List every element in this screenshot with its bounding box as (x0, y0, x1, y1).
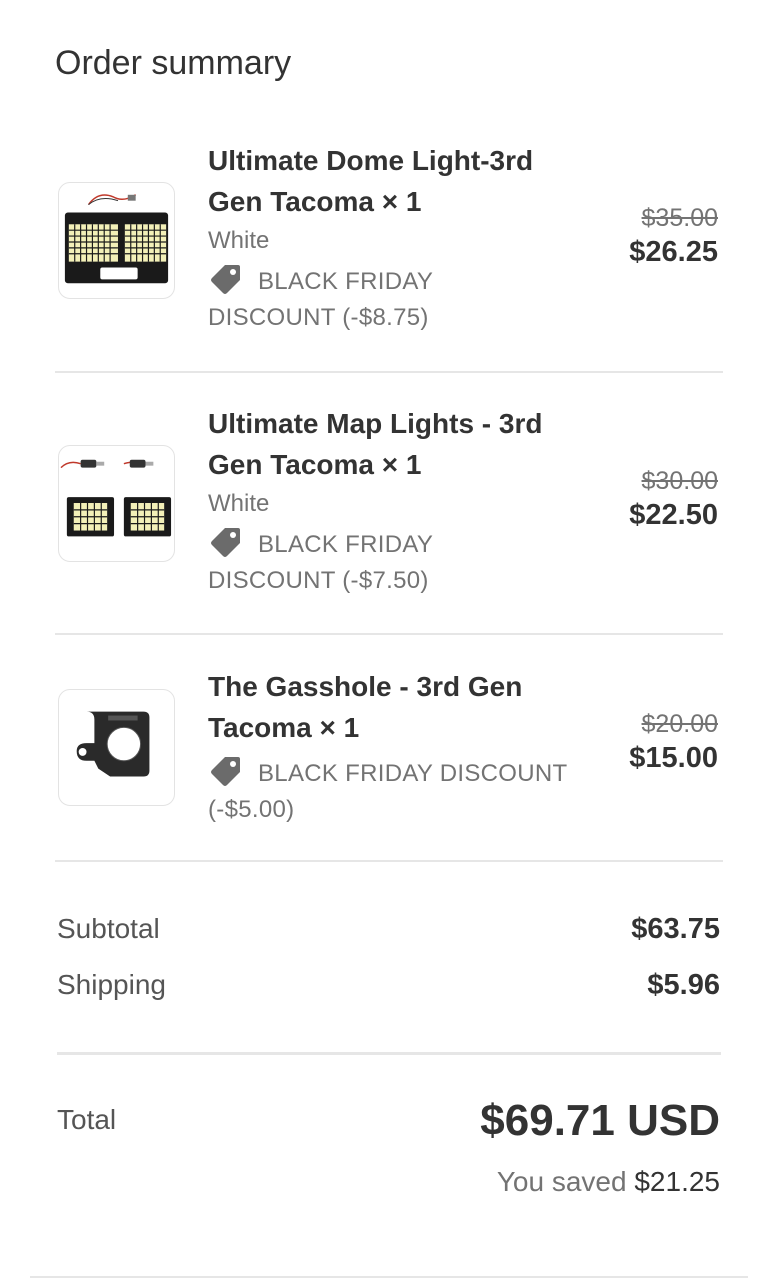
tag-icon (211, 757, 240, 786)
product-name-line: Gen Tacoma × 1 (208, 186, 422, 217)
price-block: $35.00 $26.25 (629, 203, 718, 271)
page-title: Order summary (55, 44, 292, 82)
original-price: $35.00 (641, 204, 718, 232)
savings-line: You saved $21.25 (497, 1166, 720, 1198)
item-divider (55, 371, 723, 373)
saved-amount: $21.25 (634, 1166, 720, 1197)
discount-label-line2: DISCOUNT (-$7.50) (208, 567, 429, 594)
line-item: Ultimate Dome Light-3rd Gen Tacoma × 1 W… (55, 140, 723, 340)
product-name-line: The Gasshole - 3rd Gen (208, 671, 523, 702)
product-name-line: Ultimate Dome Light-3rd (208, 145, 534, 176)
discount-label: BLACK FRIDAY (208, 263, 533, 300)
map-lights-product-image (58, 445, 175, 562)
map-lights-icon (60, 459, 172, 537)
totals-divider (57, 1052, 721, 1055)
original-price: $30.00 (641, 467, 718, 495)
shipping-label: Shipping (57, 969, 166, 1000)
product-variant: White (208, 227, 270, 254)
product-name: The Gasshole - 3rd Gen Tacoma × 1 (208, 666, 567, 748)
dome-light-icon (64, 194, 169, 284)
product-name: Ultimate Dome Light-3rd Gen Tacoma × 1 (208, 140, 533, 222)
discount-label-line2: DISCOUNT (-$8.75) (208, 304, 429, 331)
discount-label-line2: (-$5.00) (208, 796, 295, 823)
dome-light-product-image (58, 182, 175, 299)
total-value: $69.71 USD (480, 1096, 720, 1145)
product-name-line: Ultimate Map Lights - 3rd (208, 408, 543, 439)
discount-text: BLACK FRIDAY (258, 268, 434, 295)
final-price: $15.00 (629, 742, 718, 774)
price-block: $20.00 $15.00 (629, 709, 718, 777)
line-item-info: Ultimate Dome Light-3rd Gen Tacoma × 1 W… (208, 140, 533, 336)
price-block: $30.00 $22.50 (629, 466, 718, 534)
original-price: $20.00 (641, 710, 718, 738)
discount-text: BLACK FRIDAY DISCOUNT (258, 760, 568, 787)
discount-label: BLACK FRIDAY (208, 526, 542, 563)
gasshole-product-image (58, 689, 175, 806)
item-divider (55, 633, 723, 635)
item-divider (55, 860, 723, 862)
bottom-divider (30, 1276, 748, 1278)
subtotal-value: $63.75 (631, 913, 720, 945)
discount-text: BLACK FRIDAY (258, 531, 434, 558)
gasshole-icon (76, 711, 150, 777)
discount-label: BLACK FRIDAY DISCOUNT (208, 755, 567, 792)
product-name: Ultimate Map Lights - 3rd Gen Tacoma × 1 (208, 403, 542, 485)
product-name-line: Tacoma × 1 (208, 712, 360, 743)
final-price: $26.25 (629, 236, 718, 268)
tag-icon (211, 265, 240, 294)
product-variant: White (208, 490, 270, 517)
subtotal-label: Subtotal (57, 913, 160, 944)
shipping-value: $5.96 (647, 969, 720, 1001)
line-item-info: The Gasshole - 3rd Gen Tacoma × 1 BLACK … (208, 666, 567, 828)
total-label: Total (57, 1104, 117, 1135)
product-name-line: Gen Tacoma × 1 (208, 449, 422, 480)
line-item: The Gasshole - 3rd Gen Tacoma × 1 BLACK … (55, 666, 723, 846)
final-price: $22.50 (629, 499, 718, 531)
saved-label: You saved (496, 1166, 627, 1197)
order-summary-panel: Order summary Ultimate Dome Light-3rd Ge… (0, 0, 778, 1279)
line-item: Ultimate Map Lights - 3rd Gen Tacoma × 1… (55, 403, 723, 603)
tag-icon (211, 528, 240, 557)
line-item-info: Ultimate Map Lights - 3rd Gen Tacoma × 1… (208, 403, 542, 599)
